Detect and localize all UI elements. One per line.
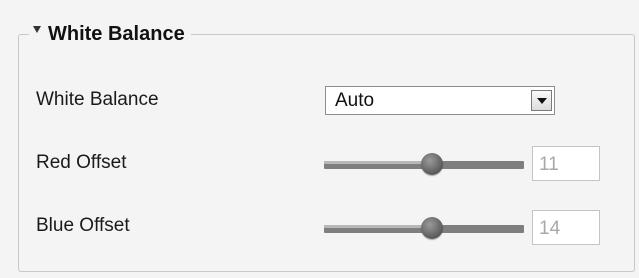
blue-offset-value-field: 14 — [532, 210, 600, 245]
section-title: White Balance — [48, 22, 185, 45]
collapse-triangle-icon[interactable] — [33, 25, 41, 33]
red-offset-value: 11 — [539, 154, 559, 175]
red-offset-value-field: 11 — [532, 146, 600, 181]
blue-offset-slider[interactable] — [324, 217, 524, 241]
slider-thumb[interactable] — [421, 153, 443, 175]
red-offset-label: Red Offset — [36, 152, 127, 173]
blue-offset-value: 14 — [539, 218, 561, 239]
white-balance-select[interactable]: Auto — [325, 86, 555, 115]
blue-offset-label: Blue Offset — [36, 215, 130, 236]
dropdown-arrow-icon[interactable] — [531, 90, 552, 111]
slider-track-highlight — [324, 161, 432, 164]
white-balance-label: White Balance — [36, 89, 159, 110]
slider-thumb[interactable] — [421, 217, 443, 239]
section-header[interactable]: White Balance — [29, 20, 191, 48]
white-balance-selected-value: Auto — [335, 90, 375, 111]
slider-track-highlight — [324, 225, 432, 228]
red-offset-slider[interactable] — [324, 153, 524, 177]
